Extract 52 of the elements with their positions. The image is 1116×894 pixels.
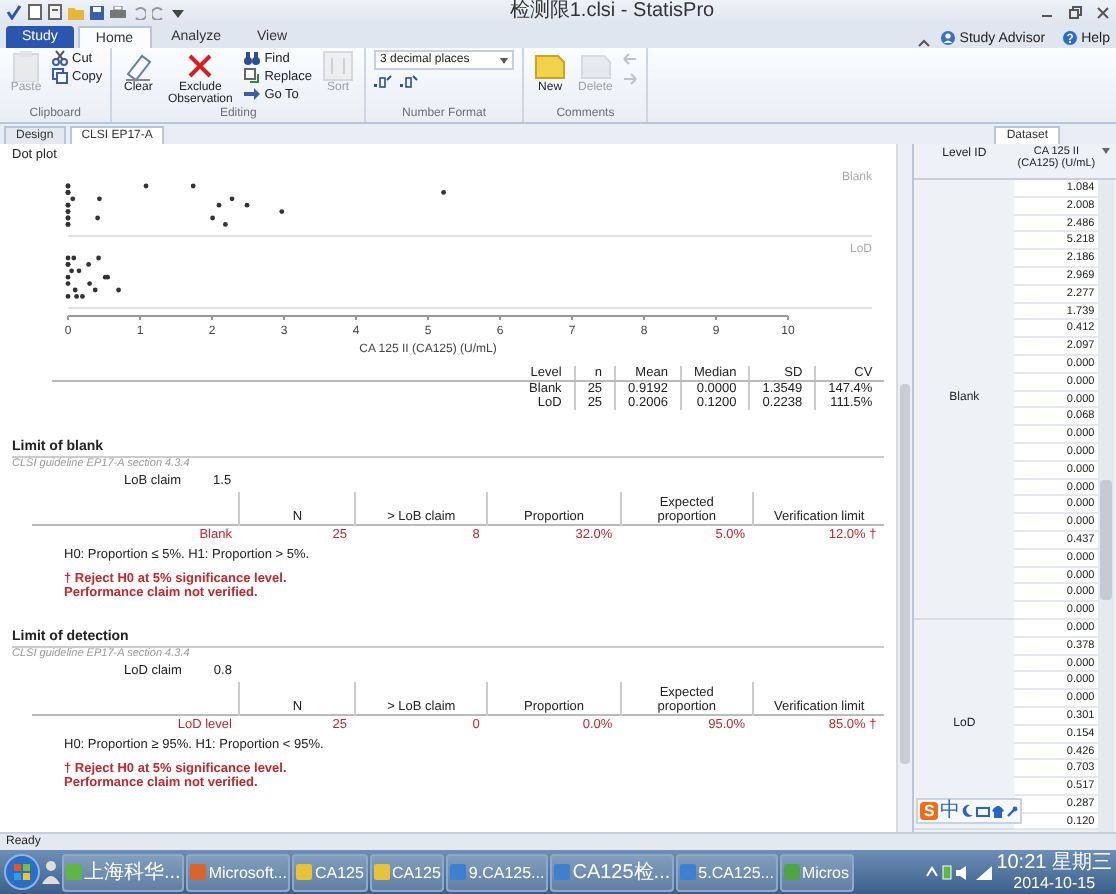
app-icon <box>450 864 467 880</box>
document-icon[interactable] <box>48 4 62 20</box>
signal-icon[interactable] <box>976 865 993 879</box>
ime-toolbar[interactable]: S 中 <box>916 798 1023 824</box>
app-icon <box>554 864 571 880</box>
app-icon <box>296 864 313 880</box>
printer-icon[interactable] <box>110 5 126 19</box>
eraser-icon <box>122 50 155 82</box>
save-icon[interactable] <box>90 5 104 19</box>
binoculars-icon <box>244 50 261 66</box>
keyboard-icon[interactable] <box>976 805 991 817</box>
input-mode[interactable]: 中 <box>940 800 961 822</box>
help-icon <box>1061 30 1078 46</box>
caret-icon <box>500 57 509 63</box>
icon-button[interactable] <box>400 72 419 90</box>
previous-icon <box>622 52 639 66</box>
sort-icon <box>322 50 355 82</box>
battery-icon[interactable] <box>942 864 953 880</box>
cross-icon <box>184 50 217 82</box>
clock[interactable]: 10:21 星期三 2014-10-15 <box>996 853 1112 891</box>
caret-icon[interactable] <box>1102 148 1111 154</box>
scissors-icon <box>52 50 68 66</box>
app-icon <box>190 864 207 880</box>
decrease-decimal-icon <box>400 73 419 89</box>
collapse-ribbon-icon[interactable] <box>917 38 930 48</box>
checkmark-icon[interactable] <box>6 4 22 20</box>
moon-icon[interactable] <box>962 804 975 818</box>
start-orb-icon[interactable] <box>4 854 40 890</box>
arrow-right-icon <box>244 86 261 102</box>
replace-icon <box>244 68 261 84</box>
restore-icon[interactable] <box>1068 5 1082 19</box>
app-icon <box>373 864 390 880</box>
clipboard-icon <box>10 50 42 82</box>
person-icon[interactable] <box>42 860 60 884</box>
app-icon <box>66 864 82 880</box>
dropdown-caret-icon[interactable] <box>172 7 184 17</box>
app-icon <box>680 864 697 880</box>
scrollbar[interactable] <box>1098 180 1115 832</box>
app-icon <box>783 864 800 880</box>
scrollbar[interactable] <box>896 144 913 832</box>
window-title: 检测限1.clsi - StatisPro <box>507 0 717 24</box>
close-icon[interactable] <box>1096 5 1110 19</box>
page-icon[interactable] <box>28 4 42 20</box>
wrench-icon[interactable] <box>1006 805 1019 817</box>
dots-drawing <box>65 255 121 299</box>
increase-decimal-icon <box>374 73 393 89</box>
next-icon <box>622 72 639 86</box>
icon-button[interactable] <box>374 72 393 90</box>
copy-icon <box>52 68 68 84</box>
shirt-icon[interactable] <box>992 805 1005 817</box>
arrow-up-icon[interactable] <box>926 866 939 878</box>
person-icon <box>939 30 956 46</box>
